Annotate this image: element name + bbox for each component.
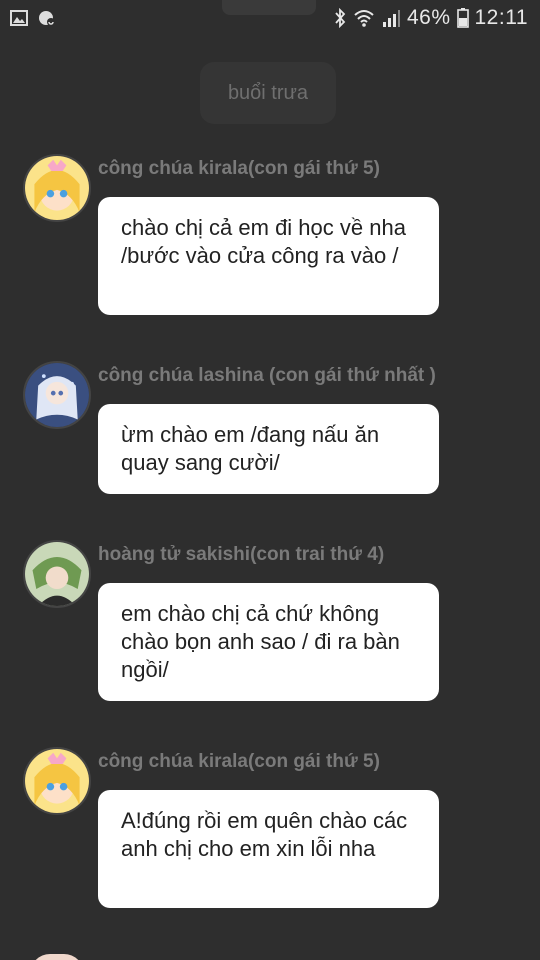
sync-icon <box>39 11 55 26</box>
status-bar: 46% 12:11 <box>0 0 540 36</box>
message-bubble[interactable]: ừm chào em /đang nấu ăn quay sang cười/ <box>98 404 439 494</box>
avatar[interactable] <box>23 540 91 608</box>
battery-icon <box>456 8 469 28</box>
bluetooth-icon <box>335 8 346 28</box>
avatar[interactable] <box>30 954 84 960</box>
avatar[interactable] <box>23 361 91 429</box>
wifi-icon <box>354 10 374 27</box>
time-divider: buổi trưa <box>200 62 336 124</box>
sender-name: công chúa kirala(con gái thứ 5) <box>98 158 380 179</box>
top-tab[interactable] <box>222 0 316 15</box>
sender-name: hoàng tử sakishi(con trai thứ 4) <box>98 544 385 565</box>
battery-percent: 46% <box>406 6 451 29</box>
clock: 12:11 <box>474 6 528 29</box>
avatar[interactable] <box>23 747 91 815</box>
avatar[interactable] <box>23 154 91 222</box>
sender-name: công chúa lashina (con gái thứ nhất ) <box>98 365 436 386</box>
message-bubble[interactable]: chào chị cả em đi học về nha /bước vào c… <box>98 197 439 315</box>
message-bubble[interactable]: em chào chị cả chứ không chào bọn anh sa… <box>98 583 439 701</box>
image-icon <box>10 10 28 26</box>
signal-icon <box>382 10 400 27</box>
message-bubble[interactable]: A!đúng rồi em quên chào các anh chị cho … <box>98 790 439 908</box>
sender-name: công chúa kirala(con gái thứ 5) <box>98 751 380 772</box>
